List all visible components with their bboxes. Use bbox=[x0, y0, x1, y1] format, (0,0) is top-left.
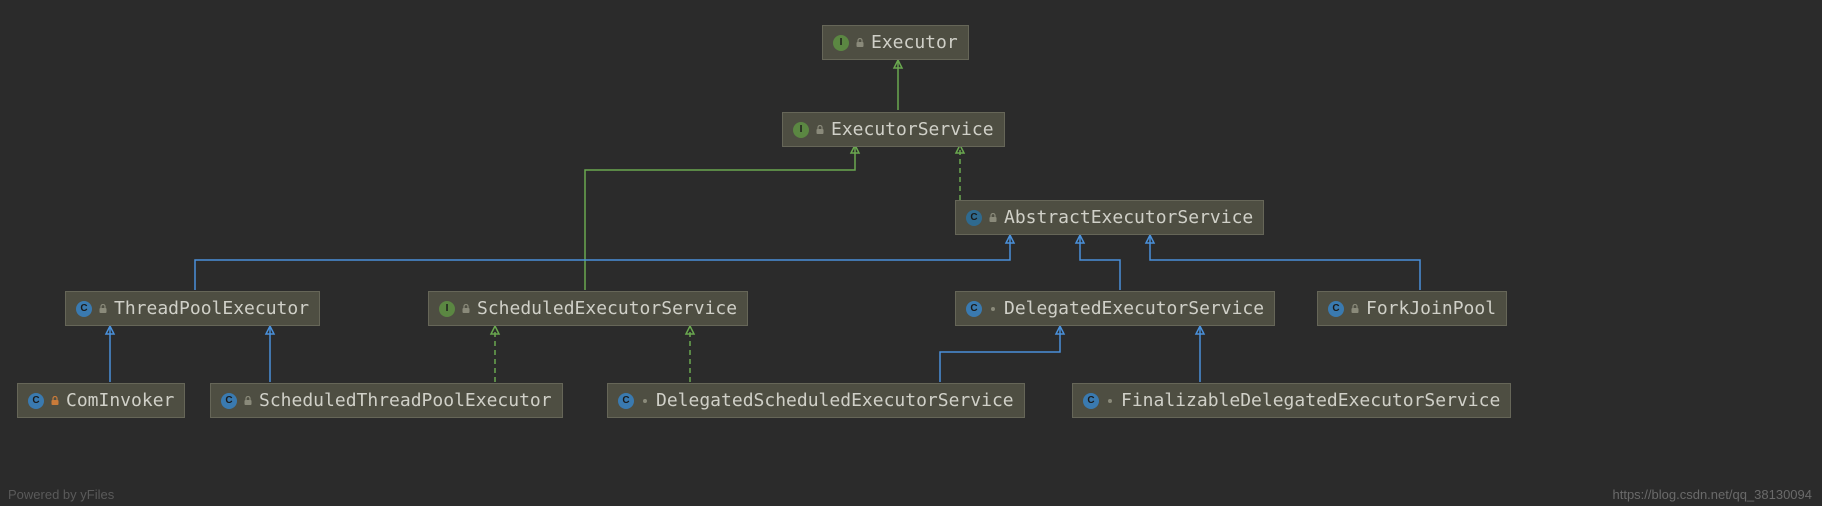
lock-icon bbox=[461, 304, 471, 314]
lock-icon bbox=[1350, 304, 1360, 314]
class-icon: C bbox=[28, 393, 44, 409]
dot-icon bbox=[988, 304, 998, 314]
node-label: DelegatedExecutorService bbox=[1004, 298, 1264, 319]
node-finalizable-delegated-executor-service[interactable]: C FinalizableDelegatedExecutorService bbox=[1072, 383, 1511, 418]
lock-icon bbox=[988, 213, 998, 223]
node-fork-join-pool[interactable]: C ForkJoinPool bbox=[1317, 291, 1507, 326]
node-scheduled-executor-service[interactable]: I ScheduledExecutorService bbox=[428, 291, 748, 326]
class-icon: C bbox=[1083, 393, 1099, 409]
lock-locked-icon bbox=[50, 396, 60, 406]
node-label: ForkJoinPool bbox=[1366, 298, 1496, 319]
node-label: DelegatedScheduledExecutorService bbox=[656, 390, 1014, 411]
interface-icon: I bbox=[793, 122, 809, 138]
class-icon: C bbox=[966, 301, 982, 317]
node-delegated-executor-service[interactable]: C DelegatedExecutorService bbox=[955, 291, 1275, 326]
node-label: ScheduledExecutorService bbox=[477, 298, 737, 319]
abstract-class-icon: C bbox=[966, 210, 982, 226]
lock-icon bbox=[855, 38, 865, 48]
node-label: FinalizableDelegatedExecutorService bbox=[1121, 390, 1500, 411]
node-abstract-executor-service[interactable]: C AbstractExecutorService bbox=[955, 200, 1264, 235]
node-delegated-scheduled-executor-service[interactable]: C DelegatedScheduledExecutorService bbox=[607, 383, 1025, 418]
class-icon: C bbox=[76, 301, 92, 317]
class-icon: C bbox=[1328, 301, 1344, 317]
node-label: AbstractExecutorService bbox=[1004, 207, 1253, 228]
interface-icon: I bbox=[439, 301, 455, 317]
node-label: ComInvoker bbox=[66, 390, 174, 411]
node-label: ScheduledThreadPoolExecutor bbox=[259, 390, 552, 411]
node-com-invoker[interactable]: C ComInvoker bbox=[17, 383, 185, 418]
watermark-right: https://blog.csdn.net/qq_38130094 bbox=[1613, 487, 1813, 502]
dot-icon bbox=[640, 396, 650, 406]
lock-icon bbox=[98, 304, 108, 314]
node-executor-service[interactable]: I ExecutorService bbox=[782, 112, 1005, 147]
lock-icon bbox=[815, 125, 825, 135]
node-label: ThreadPoolExecutor bbox=[114, 298, 309, 319]
node-label: ExecutorService bbox=[831, 119, 994, 140]
watermark-left: Powered by yFiles bbox=[8, 487, 114, 502]
dot-icon bbox=[1105, 396, 1115, 406]
connector-layer bbox=[0, 0, 1822, 506]
node-thread-pool-executor[interactable]: C ThreadPoolExecutor bbox=[65, 291, 320, 326]
class-icon: C bbox=[221, 393, 237, 409]
lock-icon bbox=[243, 396, 253, 406]
class-icon: C bbox=[618, 393, 634, 409]
interface-icon: I bbox=[833, 35, 849, 51]
node-label: Executor bbox=[871, 32, 958, 53]
node-scheduled-thread-pool-executor[interactable]: C ScheduledThreadPoolExecutor bbox=[210, 383, 563, 418]
node-executor[interactable]: I Executor bbox=[822, 25, 969, 60]
